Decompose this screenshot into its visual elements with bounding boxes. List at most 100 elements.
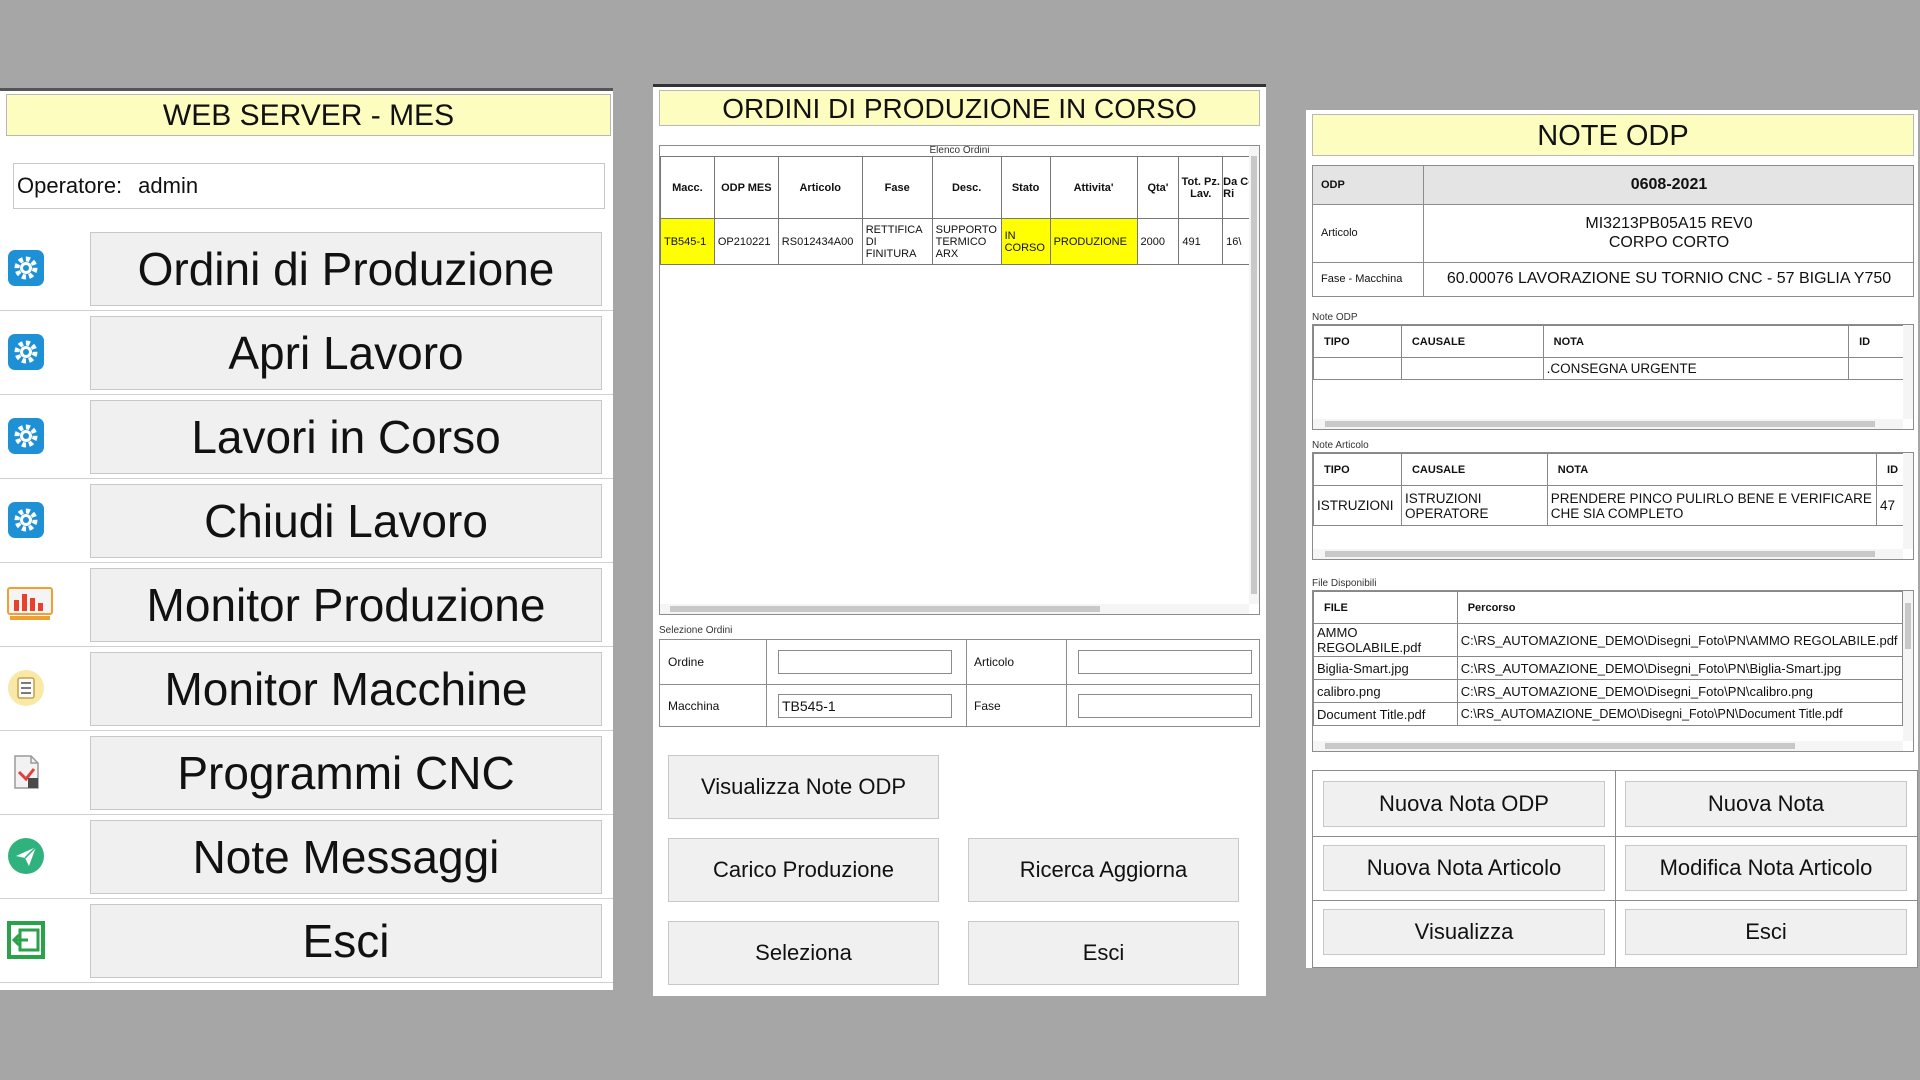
- table-row[interactable]: calibro.png C:\RS_AUTOMAZIONE_DEMO\Diseg…: [1313, 679, 1904, 703]
- horizontal-scrollbar[interactable]: [1313, 741, 1903, 751]
- articolo-label: Articolo: [1321, 227, 1358, 239]
- send-icon: [8, 838, 44, 874]
- column-header[interactable]: ID: [1848, 325, 1905, 358]
- vertical-scrollbar[interactable]: [1903, 325, 1913, 419]
- ricerca-aggiorna-button[interactable]: Ricerca Aggiorna: [968, 838, 1239, 902]
- visualizza-button[interactable]: Visualizza: [1323, 909, 1605, 955]
- vertical-scrollbar[interactable]: [1903, 453, 1913, 549]
- macchina-input[interactable]: TB545-1: [778, 694, 952, 718]
- column-header[interactable]: TIPO: [1313, 453, 1402, 486]
- gear-icon: [8, 502, 44, 538]
- table-cell: IN CORSO: [1000, 218, 1051, 265]
- scrollbar-thumb[interactable]: [1251, 156, 1257, 594]
- table-row[interactable]: .CONSEGNA URGENTE: [1313, 357, 1905, 380]
- menu-row-lavori-in-corso: Lavori in Corso: [0, 395, 613, 479]
- articolo-input[interactable]: [1078, 650, 1252, 674]
- scrollbar-thumb[interactable]: [1325, 743, 1795, 749]
- table-row[interactable]: ISTRUZIONI ISTRUZIONI OPERATORE PRENDERE…: [1313, 485, 1913, 526]
- note-odp-header-row: TIPO CAUSALE NOTA ID: [1313, 325, 1905, 358]
- table-cell: [1400, 357, 1544, 380]
- scrollbar-thumb[interactable]: [1325, 551, 1875, 557]
- esci-button[interactable]: Esci: [1625, 909, 1907, 955]
- file-name-cell: calibro.png: [1313, 679, 1458, 703]
- fase-macchina-value: 60.00076 LAVORAZIONE SU TORNIO CNC - 57 …: [1446, 270, 1892, 287]
- nuova-nota-odp-button[interactable]: Nuova Nota ODP: [1323, 781, 1605, 827]
- column-header[interactable]: Stato: [1000, 156, 1051, 219]
- column-header[interactable]: Qta': [1136, 156, 1180, 219]
- menu-row-ordini-produzione: Ordini di Produzione: [0, 227, 613, 311]
- orders-panel-title: ORDINI DI PRODUZIONE IN CORSO: [659, 90, 1260, 126]
- note-odp-title: NOTE ODP: [1312, 114, 1914, 156]
- chiudi-lavoro-button[interactable]: Chiudi Lavoro: [90, 484, 602, 558]
- odp-info-box: ODP 0608-2021 Articolo MI3213PB05A15 REV…: [1312, 165, 1914, 297]
- table-cell: SUPPORTO TERMICO ARX: [931, 218, 1002, 265]
- column-header[interactable]: NOTA: [1542, 325, 1850, 358]
- apri-lavoro-button[interactable]: Apri Lavoro: [90, 316, 602, 390]
- horizontal-scrollbar[interactable]: [1313, 549, 1903, 559]
- table-cell: 491: [1178, 218, 1224, 265]
- table-cell: ISTRUZIONI: [1313, 485, 1402, 526]
- table-cell: ISTRUZIONI OPERATORE: [1400, 485, 1548, 526]
- note-articolo-table: TIPO CAUSALE NOTA ID ISTRUZIONI ISTRUZIO…: [1313, 453, 1913, 526]
- table-row[interactable]: Biglia-Smart.jpg C:\RS_AUTOMAZIONE_DEMO\…: [1313, 656, 1904, 680]
- gear-icon: [8, 418, 44, 454]
- programmi-cnc-button[interactable]: Programmi CNC: [90, 736, 602, 810]
- scrollbar-thumb[interactable]: [1905, 603, 1911, 649]
- visualizza-note-odp-button[interactable]: Visualizza Note ODP: [668, 755, 939, 819]
- articolo-code: MI3213PB05A15 REV0: [1585, 215, 1753, 232]
- lavori-in-corso-button[interactable]: Lavori in Corso: [90, 400, 602, 474]
- column-header[interactable]: Macc.: [660, 156, 715, 219]
- column-header[interactable]: Attivita': [1049, 156, 1138, 219]
- horizontal-scrollbar[interactable]: [1313, 419, 1903, 429]
- table-row[interactable]: TB545-1 OP210221 RS012434A00 RETTIFICA D…: [660, 218, 1259, 265]
- scrollbar-thumb[interactable]: [1325, 421, 1875, 427]
- column-header[interactable]: TIPO: [1313, 325, 1402, 358]
- table-cell: TB545-1: [660, 218, 715, 265]
- note-odp-table-box: TIPO CAUSALE NOTA ID .CONSEGNA URGENTE: [1312, 324, 1914, 430]
- column-header[interactable]: Articolo: [777, 156, 863, 219]
- file-path-cell: C:\RS_AUTOMAZIONE_DEMO\Disegni_Foto\PN\B…: [1456, 656, 1904, 680]
- table-row[interactable]: Document Title.pdf C:\RS_AUTOMAZIONE_DEM…: [1313, 702, 1904, 726]
- note-messaggi-button[interactable]: Note Messaggi: [90, 820, 602, 894]
- menu-row-programmi-cnc: Programmi CNC: [0, 731, 613, 815]
- note-articolo-header-row: TIPO CAUSALE NOTA ID: [1313, 453, 1913, 486]
- menu-row-monitor-produzione: Monitor Produzione: [0, 563, 613, 647]
- nuova-nota-button[interactable]: Nuova Nota: [1625, 781, 1907, 827]
- carico-produzione-button[interactable]: Carico Produzione: [668, 838, 939, 902]
- main-menu-title: WEB SERVER - MES: [6, 94, 611, 136]
- seleziona-button[interactable]: Seleziona: [668, 921, 939, 985]
- column-header[interactable]: FILE: [1313, 591, 1458, 624]
- table-cell: RETTIFICA DI FINITURA: [861, 218, 933, 265]
- modifica-nota-articolo-button[interactable]: Modifica Nota Articolo: [1625, 845, 1907, 891]
- column-header[interactable]: Desc.: [931, 156, 1002, 219]
- column-header[interactable]: NOTA: [1546, 453, 1878, 486]
- esci-button[interactable]: Esci: [968, 921, 1239, 985]
- exit-icon: [7, 921, 45, 959]
- table-row[interactable]: AMMO REGOLABILE.pdf C:\RS_AUTOMAZIONE_DE…: [1313, 623, 1904, 657]
- note-articolo-table-box: TIPO CAUSALE NOTA ID ISTRUZIONI ISTRUZIO…: [1312, 452, 1914, 560]
- vertical-scrollbar[interactable]: [1903, 591, 1913, 741]
- column-header[interactable]: Percorso: [1456, 591, 1904, 624]
- ordini-produzione-button[interactable]: Ordini di Produzione: [90, 232, 602, 306]
- scrollbar-thumb[interactable]: [670, 606, 1100, 612]
- divider: [1615, 771, 1616, 967]
- operator-value: admin: [138, 173, 199, 198]
- column-header[interactable]: ODP MES: [713, 156, 779, 219]
- orders-horizontal-scrollbar[interactable]: [660, 604, 1249, 614]
- monitor-macchine-button[interactable]: Monitor Macchine: [90, 652, 602, 726]
- nuova-nota-articolo-button[interactable]: Nuova Nota Articolo: [1323, 845, 1605, 891]
- ordine-input[interactable]: [778, 650, 952, 674]
- document-icon: [14, 755, 39, 789]
- file-path-cell: C:\RS_AUTOMAZIONE_DEMO\Disegni_Foto\PN\c…: [1456, 679, 1904, 703]
- column-header[interactable]: CAUSALE: [1400, 453, 1548, 486]
- note-odp-group-label: Note ODP: [1312, 312, 1358, 323]
- orders-vertical-scrollbar[interactable]: [1249, 146, 1259, 604]
- monitor-produzione-button[interactable]: Monitor Produzione: [90, 568, 602, 642]
- gear-icon: [8, 334, 44, 370]
- fase-input[interactable]: [1078, 694, 1252, 718]
- esci-button[interactable]: Esci: [90, 904, 602, 978]
- column-header[interactable]: Fase: [861, 156, 933, 219]
- column-header[interactable]: CAUSALE: [1400, 325, 1544, 358]
- column-header[interactable]: Tot. Pz. Lav.: [1178, 156, 1224, 219]
- file-path-cell: C:\RS_AUTOMAZIONE_DEMO\Disegni_Foto\PN\D…: [1456, 702, 1904, 726]
